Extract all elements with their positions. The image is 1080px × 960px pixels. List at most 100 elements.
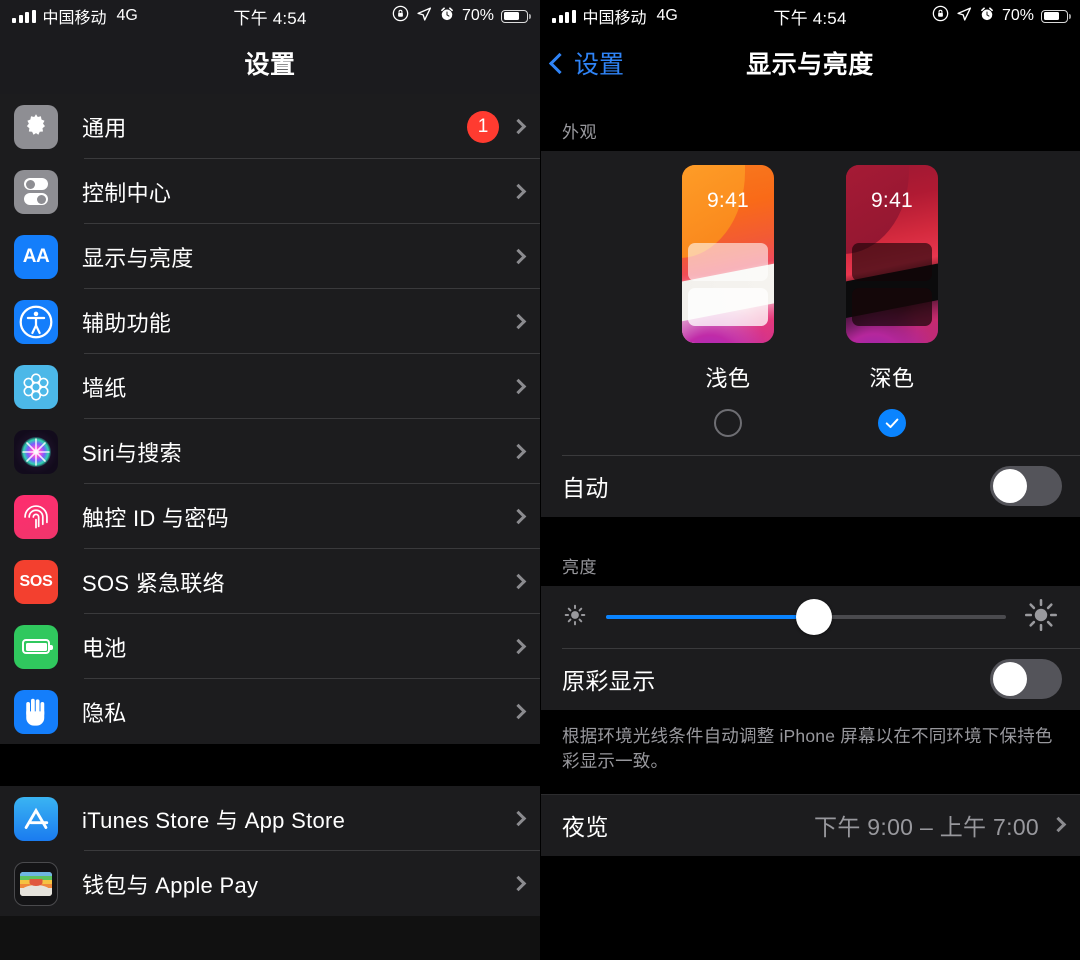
- status-bar-right-group: 70%: [932, 5, 1072, 27]
- chevron-left-icon: [548, 52, 571, 74]
- location-arrow-icon: [416, 6, 432, 27]
- sidebar-item-label: 墙纸: [82, 375, 127, 401]
- row-divider: [540, 793, 1080, 795]
- battery-icon: [14, 624, 58, 669]
- row-accessory: [510, 810, 540, 827]
- brightness-slider-row[interactable]: [540, 586, 1080, 648]
- preview-time-label: 9:41: [706, 189, 750, 212]
- appearance-panel: 9:41 浅色 9:41 深色: [540, 151, 1080, 455]
- chevron-right-icon: [1050, 816, 1067, 833]
- battery-icon: [501, 9, 532, 23]
- row-divider: [562, 455, 1080, 456]
- row-accessory: [510, 508, 540, 525]
- sidebar-item-wallpaper[interactable]: 墙纸: [0, 354, 540, 419]
- status-bar-left: 中国移动 4G 下午 4:54 70%: [0, 0, 540, 32]
- display-brightness-icon: AA: [14, 234, 58, 279]
- radio-dark[interactable]: [878, 409, 906, 437]
- battery-percent-label: 70%: [1001, 7, 1034, 24]
- accessibility-icon: [14, 299, 58, 344]
- chevron-right-icon: [510, 508, 527, 525]
- true-tone-row[interactable]: 原彩显示: [540, 648, 1080, 710]
- battery-icon: [1041, 9, 1072, 23]
- sidebar-item-itunes-app-store[interactable]: iTunes Store 与 App Store: [0, 786, 540, 851]
- sidebar-item-privacy[interactable]: 隐私: [0, 679, 540, 744]
- row-accessory: [510, 875, 540, 892]
- carrier-label: 中国移动: [582, 10, 647, 27]
- network-type-label: 4G: [656, 7, 678, 24]
- settings-group-2: iTunes Store 与 App Store 钱包与 Apple Pay: [0, 786, 540, 916]
- control-center-icon: [14, 169, 58, 214]
- battery-percent-label: 70%: [461, 7, 494, 24]
- alarm-clock-icon: [979, 6, 995, 27]
- night-shift-label: 夜览: [562, 813, 609, 840]
- row-accessory: [510, 313, 540, 330]
- sidebar-item-general[interactable]: 通用 1: [0, 94, 540, 159]
- brightness-knob[interactable]: [796, 599, 832, 635]
- chevron-right-icon: [510, 248, 527, 265]
- sidebar-item-label: 钱包与 Apple Pay: [82, 872, 259, 898]
- chevron-right-icon: [510, 638, 527, 655]
- signal-bars-icon: [12, 9, 36, 23]
- group-spacer: [0, 744, 540, 786]
- sidebar-item-label: 辅助功能: [82, 310, 172, 336]
- wallpaper-icon: [14, 364, 58, 409]
- status-bar-left-group: 中国移动 4G: [552, 4, 678, 28]
- sidebar-item-display-brightness[interactable]: AA 显示与亮度: [0, 224, 540, 289]
- row-accessory: [510, 638, 540, 655]
- appearance-section-header: 外观: [540, 94, 1080, 151]
- auto-appearance-toggle[interactable]: [990, 466, 1062, 506]
- gear-icon: [14, 104, 58, 149]
- back-button-label: 设置: [574, 51, 625, 79]
- page-title: 设置: [244, 51, 296, 79]
- sidebar-item-wallet-apple-pay[interactable]: 钱包与 Apple Pay: [0, 851, 540, 916]
- theme-option-dark[interactable]: 9:41 深色: [846, 165, 938, 437]
- chevron-right-icon: [510, 378, 527, 395]
- theme-label-dark: 深色: [869, 366, 915, 391]
- row-accessory: [510, 183, 540, 200]
- display-brightness-pane: 中国移动 4G 下午 4:54 70% 设置 显示与亮度 外观 9:41 浅色 …: [540, 0, 1080, 960]
- auto-appearance-row[interactable]: 自动: [540, 455, 1080, 517]
- sos-icon: SOS: [14, 559, 58, 604]
- pane-divider: [540, 0, 541, 960]
- brightness-track[interactable]: [606, 599, 1006, 635]
- sidebar-item-control-center[interactable]: 控制中心: [0, 159, 540, 224]
- sidebar-item-emergency-sos[interactable]: SOS SOS 紧急联络: [0, 549, 540, 614]
- preview-time-label: 9:41: [870, 189, 914, 212]
- rotation-lock-icon: [932, 5, 949, 27]
- status-bar-right-group: 70%: [392, 5, 532, 27]
- sidebar-item-siri-search[interactable]: Siri与搜索: [0, 419, 540, 484]
- true-tone-toggle[interactable]: [990, 659, 1062, 699]
- dark-theme-preview: 9:41: [846, 165, 938, 343]
- night-shift-value: 下午 9:00 – 上午 7:00: [814, 813, 1039, 840]
- settings-pane: 中国移动 4G 下午 4:54 70% 设置 通用 1 控制中心 AA 显示与亮…: [0, 0, 540, 960]
- radio-light[interactable]: [714, 409, 742, 437]
- sidebar-item-accessibility[interactable]: 辅助功能: [0, 289, 540, 354]
- sun-high-icon: [1024, 598, 1058, 637]
- chevron-right-icon: [510, 703, 527, 720]
- sidebar-item-battery[interactable]: 电池: [0, 614, 540, 679]
- sidebar-item-label: 隐私: [82, 700, 127, 726]
- wallet-icon: [14, 861, 58, 906]
- status-badge: 1: [467, 110, 499, 143]
- sidebar-item-label: 触控 ID 与密码: [82, 505, 229, 531]
- sidebar-item-touch-id-passcode[interactable]: 触控 ID 与密码: [0, 484, 540, 549]
- rotation-lock-icon: [392, 5, 409, 27]
- night-shift-row[interactable]: 夜览 下午 9:00 – 上午 7:00: [540, 793, 1080, 856]
- chevron-right-icon: [510, 443, 527, 460]
- preview-notification-cards: [852, 243, 932, 333]
- status-bar-left-group: 中国移动 4G: [12, 4, 138, 28]
- location-arrow-icon: [956, 6, 972, 27]
- true-tone-description: 根据环境光线条件自动调整 iPhone 屏幕以在不同环境下保持色彩显示一致。: [540, 710, 1080, 794]
- back-button[interactable]: 设置: [548, 45, 625, 81]
- sidebar-item-label: 控制中心: [82, 180, 172, 206]
- sidebar-item-label: 电池: [82, 635, 127, 661]
- sidebar-item-label: Siri与搜索: [82, 440, 182, 466]
- theme-options: 9:41 浅色 9:41 深色: [540, 165, 1080, 437]
- chevron-right-icon: [510, 875, 527, 892]
- status-bar-right: 中国移动 4G 下午 4:54 70%: [540, 0, 1080, 32]
- auto-appearance-label: 自动: [562, 475, 609, 501]
- row-accessory: [510, 703, 540, 720]
- brightness-section-header: 亮度: [540, 517, 1080, 586]
- row-accessory: [510, 443, 540, 460]
- theme-option-light[interactable]: 9:41 浅色: [682, 165, 774, 437]
